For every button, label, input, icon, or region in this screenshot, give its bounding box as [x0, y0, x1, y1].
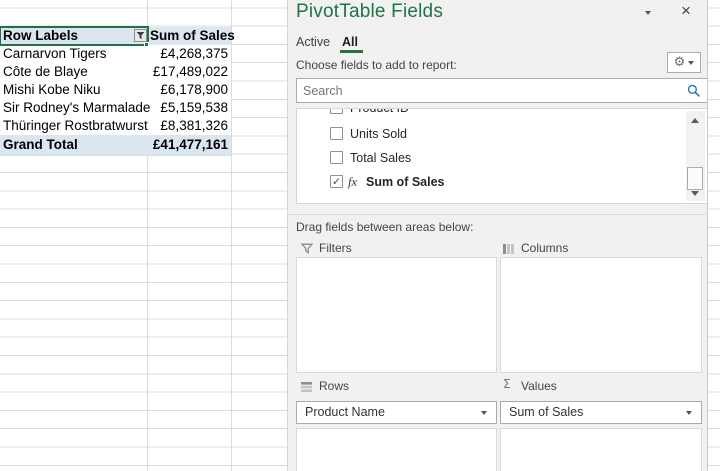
search-input[interactable]: [297, 79, 707, 102]
values-field-name: Sum of Sales: [509, 405, 584, 419]
grand-total-value-cell[interactable]: £41,477,161: [148, 135, 231, 155]
tab-all[interactable]: All: [342, 35, 358, 49]
product-cell[interactable]: Côte de Blaye: [0, 63, 148, 81]
pivot-row: Mishi Kobe Niku £6,178,900: [0, 81, 231, 99]
field-label: Sum of Sales: [366, 175, 445, 189]
chevron-down-icon[interactable]: [686, 411, 692, 415]
value-cell[interactable]: £17,489,022: [148, 63, 231, 81]
checkbox-checked[interactable]: ✓: [330, 175, 343, 188]
checkbox[interactable]: [330, 109, 343, 114]
field-item-total-sales[interactable]: Total Sales: [297, 147, 677, 169]
pivot-row: Carnarvon Tigers £4,268,375: [0, 45, 231, 63]
tab-active[interactable]: Active: [296, 35, 330, 49]
columns-area-label: Columns: [521, 241, 569, 255]
rows-drop-area[interactable]: [296, 428, 497, 471]
close-icon: ×: [681, 1, 691, 20]
field-item-product-id[interactable]: Product ID: [297, 108, 677, 119]
value-cell[interactable]: £5,159,538: [148, 99, 231, 117]
grand-total-label-cell[interactable]: Grand Total: [0, 135, 148, 155]
fill-handle[interactable]: [144, 42, 149, 47]
columns-icon: [503, 242, 514, 258]
pivot-row: Côte de Blaye £17,489,022: [0, 63, 231, 81]
drag-fields-label: Drag fields between areas below:: [296, 220, 474, 234]
value-cell[interactable]: £6,178,900: [148, 81, 231, 99]
rows-area-label: Rows: [319, 379, 350, 393]
worksheet-gridlines: [708, 0, 720, 471]
excel-window: Row Labels Sum of Sales Carnarvon Tigers…: [0, 0, 720, 471]
value-cell[interactable]: £4,268,375: [148, 45, 231, 63]
sum-of-sales-header: Sum of Sales: [150, 28, 235, 43]
gear-icon: ⚙: [673, 55, 686, 70]
sum-of-sales-header-cell[interactable]: Sum of Sales: [148, 27, 235, 45]
values-field-pill[interactable]: Sum of Sales: [500, 401, 702, 424]
chevron-down-icon: [688, 60, 695, 65]
column-divider-b-c: [231, 0, 232, 471]
pane-separator: [288, 214, 707, 215]
scrollbar-thumb[interactable]: [687, 167, 703, 190]
pivot-row: Sir Rodney's Marmalade £5,159,538: [0, 99, 231, 117]
right-worksheet-sliver: [708, 0, 720, 471]
value-cell[interactable]: £8,381,326: [148, 117, 231, 135]
scroll-down-icon[interactable]: [691, 191, 699, 196]
product-cell[interactable]: Mishi Kobe Niku: [0, 81, 148, 99]
choose-fields-label: Choose fields to add to report:: [296, 58, 457, 72]
grand-total-row: Grand Total £41,477,161: [0, 135, 231, 156]
pane-title: PivotTable Fields: [296, 1, 444, 22]
tab-all-underline: [340, 50, 363, 53]
field-item-units-sold[interactable]: Units Sold: [297, 123, 677, 145]
checkmark-icon: ✓: [331, 175, 342, 188]
pivottable-fields-pane: PivotTable Fields × Active All Choose fi…: [287, 0, 708, 471]
columns-area-header: Columns: [503, 240, 623, 256]
rows-area-header: Rows: [301, 378, 421, 394]
row-labels-header: Row Labels: [3, 28, 79, 43]
field-list-scrollbar[interactable]: [686, 111, 705, 201]
chevron-down-icon: [645, 11, 651, 15]
columns-drop-area[interactable]: [500, 257, 702, 373]
sigma-icon: Σ: [503, 377, 511, 391]
values-area-header: Σ Values: [503, 377, 623, 394]
filter-funnel-icon: [300, 242, 314, 258]
product-cell[interactable]: Carnarvon Tigers: [0, 45, 148, 63]
scroll-up-icon[interactable]: [691, 118, 699, 123]
tools-button[interactable]: ⚙: [667, 52, 701, 73]
values-drop-area[interactable]: [500, 428, 702, 471]
rows-field-pill[interactable]: Product Name: [296, 401, 497, 424]
filters-drop-area[interactable]: [296, 257, 497, 373]
rows-icon: [301, 380, 312, 396]
product-cell[interactable]: Sir Rodney's Marmalade: [0, 99, 150, 117]
checkbox[interactable]: [330, 151, 343, 164]
pivot-header-row: Row Labels Sum of Sales: [0, 26, 235, 47]
field-list: Product ID Units Sold Total Sales ✓ fx S…: [296, 108, 707, 204]
field-item-sum-of-sales[interactable]: ✓ fx Sum of Sales: [297, 171, 677, 193]
filter-funnel-icon: [136, 32, 145, 40]
chevron-down-icon[interactable]: [481, 411, 487, 415]
field-label: Units Sold: [350, 127, 407, 141]
pane-options-button[interactable]: [640, 11, 656, 23]
autofilter-button[interactable]: [134, 29, 147, 42]
checkbox[interactable]: [330, 127, 343, 140]
field-label: Product ID: [350, 108, 410, 115]
filters-area-header: Filters: [300, 240, 421, 258]
pane-close-button[interactable]: ×: [677, 2, 695, 20]
worksheet: Row Labels Sum of Sales Carnarvon Tigers…: [0, 0, 287, 471]
values-area-label: Values: [521, 379, 557, 393]
filters-area-label: Filters: [319, 241, 352, 255]
row-labels-header-cell[interactable]: Row Labels: [0, 26, 149, 47]
search-icon: [687, 84, 701, 101]
product-cell[interactable]: Thüringer Rostbratwurst: [0, 117, 148, 135]
pivot-row: Thüringer Rostbratwurst £8,381,326: [0, 117, 231, 135]
calculated-field-fx-icon: fx: [348, 175, 358, 189]
pivot-table: Row Labels Sum of Sales Carnarvon Tigers…: [0, 26, 235, 156]
field-search: [296, 78, 707, 103]
field-label: Total Sales: [350, 151, 412, 165]
rows-field-name: Product Name: [305, 405, 385, 419]
